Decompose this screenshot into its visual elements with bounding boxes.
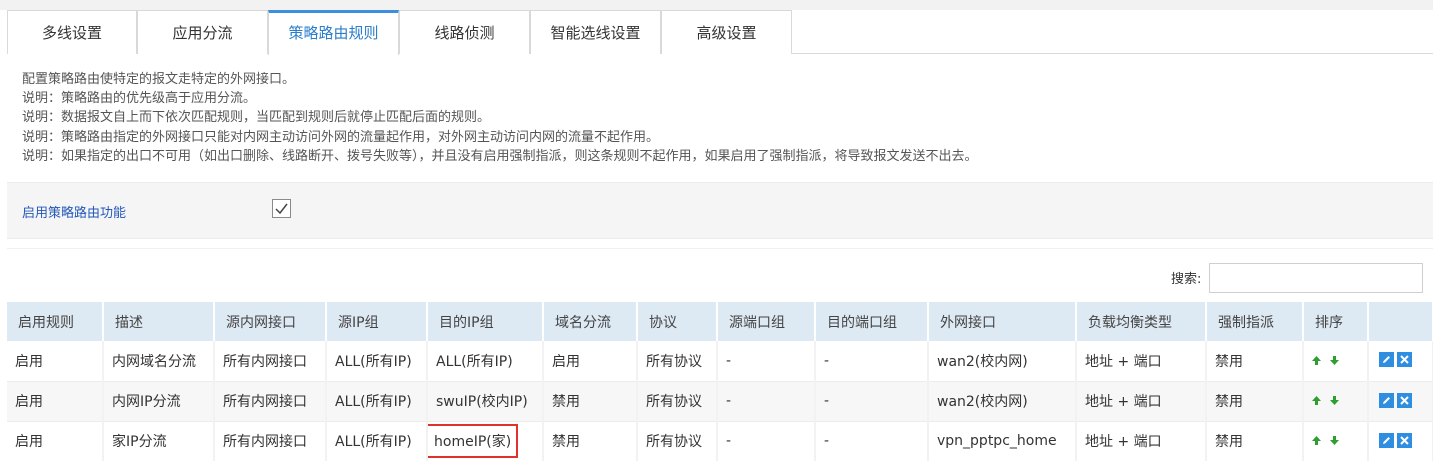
- cell-wan-interface: wan2(校内网): [928, 341, 1077, 382]
- edit-icon[interactable]: [1379, 392, 1394, 408]
- tab-bar: 多线设置 应用分流 策略路由规则 线路侦测 智能选线设置 高级设置: [7, 10, 1433, 55]
- search-label: 搜索:: [1171, 272, 1202, 287]
- cell-enabled: 启用: [7, 381, 104, 422]
- table-row: 启用 家IP分流 所有内网接口 ALL(所有IP) homeIP(家) 禁用 所…: [7, 421, 1433, 461]
- cell-dst-port-group: -: [815, 421, 929, 461]
- enable-policy-routing-label: 启用策略路由功能: [22, 206, 127, 221]
- cell-src-ip-group: ALL(所有IP): [326, 381, 428, 422]
- cell-protocol: 所有协议: [637, 421, 718, 461]
- cell-actions: [1368, 381, 1433, 422]
- cell-dst-ip-group: ALL(所有IP): [427, 341, 544, 382]
- cell-dst-ip-group: homeIP(家): [427, 421, 544, 461]
- edit-icon[interactable]: [1379, 432, 1394, 448]
- cell-force-assign: 禁用: [1206, 381, 1304, 422]
- description-line: 配置策略路由使特定的报文走特定的外网接口。: [22, 72, 296, 87]
- cell-sort: [1303, 381, 1369, 422]
- cell-src-port-group: -: [717, 381, 816, 422]
- cell-description: 内网域名分流: [103, 341, 215, 382]
- policy-rules-table: 启用规则 描述 源内网接口 源IP组 目的IP组 域名分流 协议 源端口组 目的…: [7, 302, 1433, 461]
- arrow-up-icon[interactable]: [1312, 436, 1321, 445]
- cell-dst-port-group: -: [815, 381, 929, 422]
- description-line: 说明：数据报文自上而下依次匹配规则，当匹配到规则后就停止匹配后面的规则。: [22, 110, 491, 126]
- highlighted-dst-ip-group: homeIP(家): [427, 424, 519, 458]
- cell-src-port-group: -: [717, 341, 816, 382]
- table-row: 启用 内网域名分流 所有内网接口 ALL(所有IP) ALL(所有IP) 启用 …: [7, 341, 1433, 382]
- cell-description: 家IP分流: [103, 421, 215, 461]
- enable-policy-routing-checkbox[interactable]: [272, 199, 291, 218]
- delete-icon[interactable]: [1397, 352, 1412, 368]
- cell-enabled: 启用: [7, 421, 104, 461]
- column-header[interactable]: 源内网接口: [214, 302, 327, 341]
- divider: [7, 248, 1433, 249]
- arrow-up-icon[interactable]: [1312, 396, 1321, 405]
- cell-src-interface: 所有内网接口: [214, 421, 327, 461]
- cell-dst-ip-group: swuIP(校内IP): [427, 381, 544, 422]
- arrow-down-icon[interactable]: [1330, 355, 1339, 365]
- column-header[interactable]: 域名分流: [543, 302, 638, 341]
- cell-sort: [1303, 421, 1369, 461]
- column-header[interactable]: 启用规则: [7, 302, 104, 341]
- cell-sort: [1303, 341, 1369, 382]
- tab-app-split[interactable]: 应用分流: [137, 10, 268, 54]
- description-line: 说明：策略路由的优先级高于应用分流。: [22, 91, 257, 107]
- arrow-down-icon[interactable]: [1330, 396, 1339, 405]
- cell-domain-split: 禁用: [543, 381, 638, 422]
- tab-smart-line-settings[interactable]: 智能选线设置: [530, 10, 661, 54]
- edit-icon[interactable]: [1379, 352, 1394, 368]
- column-header[interactable]: 描述: [103, 302, 215, 341]
- cell-actions: [1368, 341, 1433, 382]
- column-header[interactable]: 外网接口: [928, 302, 1077, 341]
- arrow-up-icon[interactable]: [1312, 355, 1321, 365]
- column-header[interactable]: 负载均衡类型: [1076, 302, 1207, 341]
- cell-force-assign: 禁用: [1206, 421, 1304, 461]
- enable-panel: 启用策略路由功能: [7, 182, 1433, 239]
- column-header[interactable]: 目的端口组: [815, 302, 929, 341]
- table-header-row: 启用规则 描述 源内网接口 源IP组 目的IP组 域名分流 协议 源端口组 目的…: [7, 302, 1433, 341]
- cell-description: 内网IP分流: [103, 381, 215, 422]
- tab-multiline-settings[interactable]: 多线设置: [7, 10, 137, 54]
- cell-protocol: 所有协议: [637, 381, 718, 422]
- checkmark-icon: [275, 203, 288, 215]
- column-header[interactable]: 目的IP组: [427, 302, 544, 341]
- cell-src-ip-group: ALL(所有IP): [326, 341, 428, 382]
- delete-icon[interactable]: [1397, 432, 1412, 448]
- cell-wan-interface: vpn_pptpc_home: [928, 421, 1077, 461]
- column-header[interactable]: 排序: [1303, 302, 1369, 341]
- top-strip: [0, 0, 1433, 10]
- cell-domain-split: 启用: [543, 341, 638, 382]
- description-line: 说明：如果指定的出口不可用（如出口删除、线路断开、拨号失败等），并且没有启用强制…: [22, 148, 978, 164]
- cell-enabled: 启用: [7, 341, 104, 382]
- cell-actions: [1368, 421, 1433, 461]
- cell-wan-interface: wan2(校内网): [928, 381, 1077, 422]
- cell-protocol: 所有协议: [637, 341, 718, 382]
- tab-line-detection[interactable]: 线路侦测: [399, 10, 530, 54]
- cell-domain-split: 禁用: [543, 421, 638, 461]
- cell-dst-port-group: -: [815, 341, 929, 382]
- cell-src-port-group: -: [717, 421, 816, 461]
- column-header-actions: [1368, 302, 1433, 341]
- cell-src-interface: 所有内网接口: [214, 381, 327, 422]
- table-row: 启用 内网IP分流 所有内网接口 ALL(所有IP) swuIP(校内IP) 禁…: [7, 381, 1433, 422]
- description-line: 说明：策略路由指定的外网接口只能对内网主动访问外网的流量起作用，对外网主动访问内…: [22, 129, 660, 145]
- tab-advanced-settings[interactable]: 高级设置: [661, 10, 792, 54]
- column-header[interactable]: 源IP组: [326, 302, 428, 341]
- arrow-down-icon[interactable]: [1330, 436, 1339, 445]
- cell-lb-type: 地址 + 端口: [1076, 341, 1207, 382]
- column-header[interactable]: 协议: [637, 302, 718, 341]
- cell-lb-type: 地址 + 端口: [1076, 421, 1207, 461]
- delete-icon[interactable]: [1397, 392, 1412, 408]
- column-header[interactable]: 强制指派: [1206, 302, 1304, 341]
- cell-force-assign: 禁用: [1206, 341, 1304, 382]
- description-block: 配置策略路由使特定的报文走特定的外网接口。 说明：策略路由的优先级高于应用分流。…: [22, 70, 978, 166]
- column-header[interactable]: 源端口组: [717, 302, 816, 341]
- cell-src-ip-group: ALL(所有IP): [326, 421, 428, 461]
- cell-src-interface: 所有内网接口: [214, 341, 327, 382]
- search-input[interactable]: [1209, 263, 1423, 293]
- tab-policy-routing-rules[interactable]: 策略路由规则: [268, 10, 399, 55]
- cell-lb-type: 地址 + 端口: [1076, 381, 1207, 422]
